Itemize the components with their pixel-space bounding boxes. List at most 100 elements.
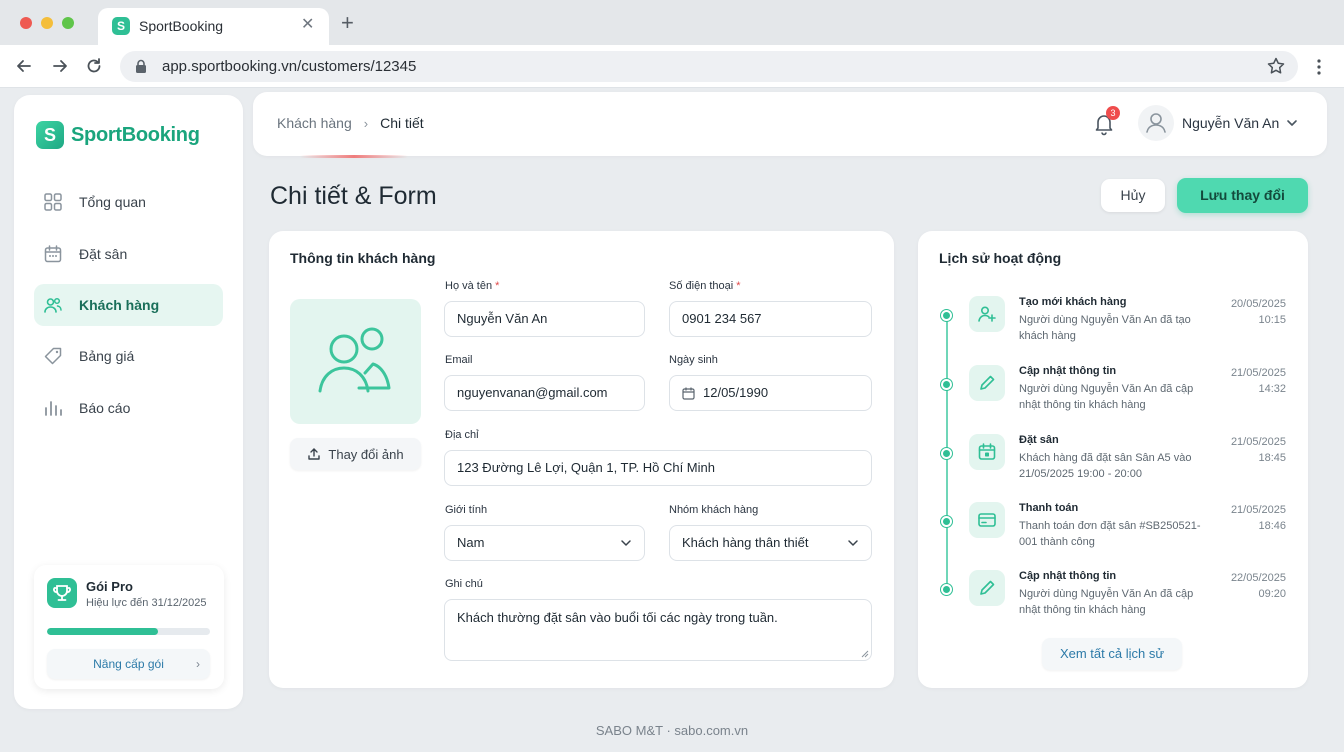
pencil-icon	[969, 570, 1005, 606]
plan-expiry: Hiệu lực đến 31/12/2025	[86, 597, 207, 609]
back-arrow-icon[interactable]	[14, 56, 34, 76]
sidebar-item-label: Tổng quan	[79, 194, 146, 210]
activity-history-card: Lịch sử hoạt động Tạo mới khách hàng Ngư…	[918, 231, 1308, 688]
timeline-dot	[941, 379, 952, 390]
app-logo[interactable]: S SportBooking	[36, 120, 200, 150]
sidebar-item-pricing[interactable]: Bảng giá	[34, 335, 223, 377]
cancel-button[interactable]: Hủy	[1101, 179, 1165, 212]
forward-arrow-icon[interactable]	[50, 56, 70, 76]
email-label: Email	[445, 354, 473, 366]
customer-group-label: Nhóm khách hàng	[669, 504, 759, 516]
tab-title: SportBooking	[139, 18, 224, 34]
history-description: Người dùng Nguyễn Văn An đã cập nhật thô…	[1019, 588, 1194, 616]
chevron-right-icon: ›	[363, 115, 369, 131]
sidebar-item-reports[interactable]: Báo cáo	[34, 387, 223, 429]
page-title: Chi tiết & Form	[270, 182, 437, 210]
plan-progress-bar	[47, 628, 210, 635]
note-textarea[interactable]: Khách thường đặt sân vào buổi tối các ng…	[444, 599, 872, 661]
birthday-label: Ngày sinh	[669, 354, 718, 366]
history-title: Thanh toán	[1019, 502, 1079, 514]
sidebar: S SportBooking Tổng quan Đặt sân Khách h…	[14, 95, 243, 709]
avatar[interactable]	[1138, 105, 1174, 141]
customer-group-select[interactable]: Khách hàng thân thiết	[669, 525, 872, 561]
change-photo-label: Thay đổi ảnh	[328, 446, 404, 462]
upload-icon	[308, 448, 321, 460]
tab-close-icon[interactable]: ✕	[301, 16, 314, 34]
plan-progress-fill	[47, 628, 158, 635]
gender-select[interactable]: Nam	[444, 525, 645, 561]
new-tab-icon[interactable]: +	[341, 12, 354, 34]
footer-text: SABO M&T · sabo.com.vn	[595, 723, 749, 738]
note-label: Ghi chú	[445, 578, 483, 590]
birthday-value: 12/05/1990	[703, 385, 769, 400]
email-field[interactable]: nguyenvanan@gmail.com	[444, 375, 645, 411]
accent-divider	[300, 155, 408, 158]
change-photo-button[interactable]: Thay đổi ảnh	[290, 438, 421, 470]
minimize-window-button[interactable]	[41, 17, 53, 29]
history-title: Đặt sân	[1019, 434, 1059, 446]
upgrade-plan-button[interactable]: Nâng cấp gói ›	[47, 649, 210, 679]
chevron-right-icon: ›	[196, 657, 200, 671]
full-name-label: Họ và tên *	[445, 280, 500, 292]
upgrade-plan-label: Nâng cấp gói	[93, 657, 164, 671]
sidebar-item-label: Đặt sân	[79, 246, 128, 262]
card-title: Lịch sử hoạt động	[939, 250, 1062, 266]
breadcrumb-customers[interactable]: Khách hàng	[277, 115, 352, 131]
close-window-button[interactable]	[20, 17, 32, 29]
history-item: Cập nhật thông tin Người dùng Nguyễn Văn…	[918, 565, 1308, 625]
birthday-field[interactable]: 12/05/1990	[669, 375, 872, 411]
chevron-down-icon[interactable]	[1285, 116, 1299, 130]
user-name[interactable]: Nguyễn Văn An	[1182, 115, 1279, 131]
history-item: Đặt sân Khách hàng đã đặt sân Sân A5 vào…	[918, 429, 1308, 489]
history-item: Tạo mới khách hàng Người dùng Nguyễn Văn…	[918, 291, 1308, 351]
history-description: Khách hàng đã đặt sân Sân A5 vào 21/05/2…	[1019, 452, 1192, 480]
reload-icon[interactable]	[84, 56, 104, 76]
url-text: app.sportbooking.vn/customers/12345	[162, 58, 417, 75]
timeline-dot	[941, 448, 952, 459]
timeline-dot	[941, 310, 952, 321]
notification-badge: 3	[1106, 106, 1120, 120]
resize-handle-icon[interactable]	[861, 650, 869, 658]
grid-icon	[44, 193, 62, 211]
bookmark-star-icon[interactable]	[1266, 56, 1286, 76]
browser-tab[interactable]: S SportBooking ✕	[98, 8, 329, 45]
history-description: Người dùng Nguyễn Văn An đã cập nhật thô…	[1019, 383, 1194, 411]
history-description: Người dùng Nguyễn Văn An đã tạo khách hà…	[1019, 314, 1191, 342]
history-title: Cập nhật thông tin	[1019, 365, 1117, 377]
card-icon	[969, 502, 1005, 538]
history-item: Thanh toán Thanh toán đơn đặt sân #SB250…	[918, 497, 1308, 557]
view-all-history-button[interactable]: Xem tất cả lịch sử	[1042, 638, 1182, 670]
chevron-down-icon	[848, 540, 858, 546]
logo-mark: S	[36, 121, 64, 149]
history-timestamp: 22/05/2025 09:20	[1230, 572, 1286, 600]
history-title: Cập nhật thông tin	[1019, 570, 1117, 582]
url-field[interactable]: app.sportbooking.vn/customers/12345	[120, 51, 1298, 82]
lock-icon	[136, 59, 146, 73]
users-icon	[44, 297, 62, 313]
customer-info-card: Thông tin khách hàng Thay đổi ảnh Họ và …	[269, 231, 894, 688]
address-field[interactable]: 123 Đường Lê Lợi, Quận 1, TP. Hồ Chí Min…	[444, 450, 872, 486]
history-timestamp: 21/05/2025 18:45	[1230, 436, 1286, 464]
favicon-icon: S	[112, 17, 130, 35]
phone-label: Số điện thoại *	[669, 280, 741, 292]
bar-chart-icon	[45, 401, 62, 416]
browser-tab-bar: S SportBooking ✕ +	[0, 0, 1344, 45]
save-button[interactable]: Lưu thay đổi	[1177, 178, 1308, 213]
note-value: Khách thường đặt sân vào buổi tối các ng…	[457, 610, 778, 625]
history-timestamp: 20/05/2025 10:15	[1230, 298, 1286, 326]
chevron-down-icon	[621, 540, 631, 546]
sidebar-item-bookings[interactable]: Đặt sân	[34, 233, 223, 275]
calendar-icon[interactable]	[682, 387, 695, 400]
customer-photo-placeholder	[290, 299, 421, 424]
sidebar-item-label: Báo cáo	[79, 400, 131, 416]
calendar-icon	[969, 434, 1005, 470]
top-bar: Khách hàng › Chi tiết 3 Nguyễn Văn An	[253, 92, 1327, 156]
maximize-window-button[interactable]	[62, 17, 74, 29]
sidebar-item-overview[interactable]: Tổng quan	[34, 181, 223, 223]
breadcrumb: Khách hàng › Chi tiết	[277, 115, 424, 131]
full-name-field[interactable]: Nguyễn Văn An	[444, 301, 645, 337]
pencil-icon	[969, 365, 1005, 401]
browser-menu-icon[interactable]	[1312, 57, 1326, 77]
sidebar-item-customers[interactable]: Khách hàng	[34, 284, 223, 326]
phone-field[interactable]: 0901 234 567	[669, 301, 872, 337]
